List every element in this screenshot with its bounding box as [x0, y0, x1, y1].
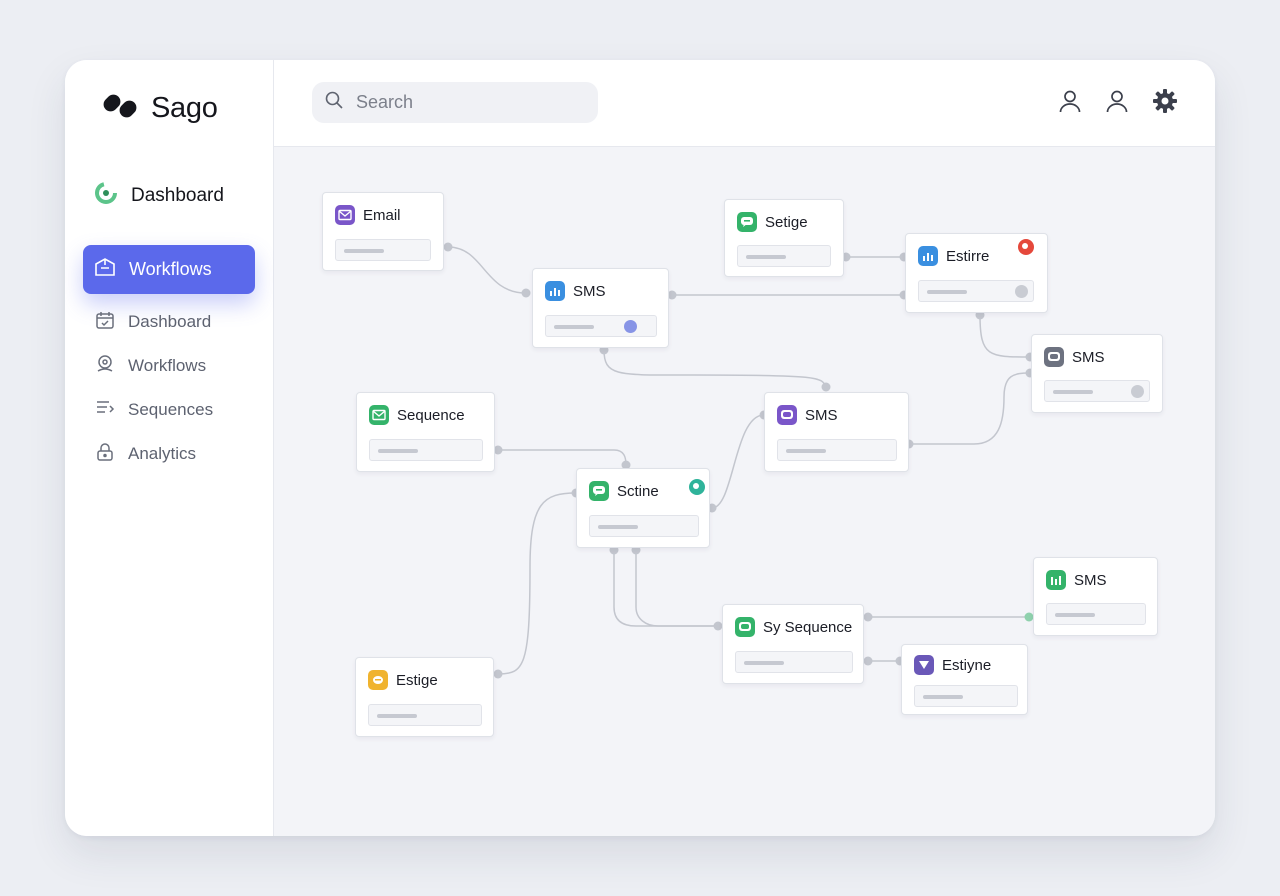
field-placeholder	[554, 325, 594, 329]
user-icon[interactable]	[1055, 86, 1085, 116]
node-title: Estiyne	[942, 656, 992, 674]
node-title: Setige	[765, 213, 808, 231]
mail-icon	[369, 405, 389, 425]
field-placeholder	[923, 695, 963, 699]
search-icon	[324, 90, 344, 115]
bar-chart-icon	[1046, 570, 1066, 590]
node-field[interactable]	[737, 245, 831, 267]
field-placeholder	[378, 449, 418, 453]
status-badge	[689, 479, 705, 495]
node-title: SMS	[1072, 348, 1105, 366]
workflow-node-sms[interactable]: SMS	[764, 392, 909, 472]
node-title: Email	[363, 206, 401, 224]
node-field[interactable]	[368, 704, 482, 726]
node-field[interactable]	[335, 239, 431, 261]
bar-chart-icon	[918, 246, 938, 266]
bar-chart-icon	[545, 281, 565, 301]
search-box[interactable]	[312, 82, 598, 123]
status-badge	[1018, 239, 1034, 255]
chat-bubble-icon	[777, 405, 797, 425]
node-field[interactable]	[589, 515, 699, 537]
status-dot	[1015, 285, 1028, 298]
workflow-node-sy-sequence[interactable]: Sy Sequence	[722, 604, 864, 684]
sidebar-item-sequences[interactable]: Sequences	[94, 396, 213, 424]
field-placeholder	[746, 255, 786, 259]
node-title: Estirre	[946, 247, 990, 265]
field-placeholder	[598, 525, 638, 529]
node-title: Sy Sequence	[763, 618, 853, 636]
node-field[interactable]	[914, 685, 1018, 707]
chat-bubble-icon	[1044, 347, 1064, 367]
node-field[interactable]	[918, 280, 1034, 302]
node-field[interactable]	[1044, 380, 1150, 402]
node-field[interactable]	[1046, 603, 1146, 625]
field-placeholder	[786, 449, 826, 453]
calendar-icon	[94, 309, 116, 336]
brand-name: Sago	[151, 91, 218, 124]
chat-bubble-icon	[735, 617, 755, 637]
workflow-node-setige[interactable]: Setige	[724, 199, 844, 277]
chat-bubble-icon	[737, 212, 757, 232]
node-title: SMS	[573, 282, 606, 300]
status-dot	[624, 320, 637, 333]
node-field[interactable]	[369, 439, 483, 461]
field-placeholder	[1053, 390, 1093, 394]
node-title: Sctine	[617, 482, 659, 500]
workflow-node-estirre[interactable]: Estirre	[905, 233, 1048, 313]
lock-icon	[94, 441, 116, 468]
sidebar-item-label: Workflows	[128, 356, 207, 375]
node-title: Estige	[396, 671, 438, 689]
sidebar: Sago Dashboard Workflows Dashboard Workf…	[65, 60, 274, 836]
node-field[interactable]	[545, 315, 657, 337]
field-placeholder	[344, 249, 384, 253]
node-title: SMS	[1074, 571, 1107, 589]
sidebar-item-dashboard-main[interactable]: Dashboard	[93, 180, 224, 212]
sidebar-item-workflows-active[interactable]: Workflows	[83, 245, 255, 294]
workflow-box-icon	[93, 255, 117, 284]
dashboard-ring-icon	[93, 180, 119, 212]
sidebar-item-label: Dashboard	[131, 185, 224, 206]
field-placeholder	[927, 290, 967, 294]
field-placeholder	[1055, 613, 1095, 617]
workflow-node-sctine[interactable]: Sctine	[576, 468, 710, 548]
gear-icon[interactable]	[1150, 86, 1180, 116]
sidebar-item-label: Analytics	[128, 444, 197, 463]
workflow-node-estiyne[interactable]: Estiyne	[901, 644, 1028, 715]
main-area: Email SMS Se	[274, 60, 1215, 836]
workflow-node-email[interactable]: Email	[322, 192, 444, 271]
sidebar-item-workflows[interactable]: Workflows	[94, 352, 206, 380]
topbar	[274, 60, 1215, 147]
mail-icon	[335, 205, 355, 225]
node-title: SMS	[805, 406, 838, 424]
list-lines-icon	[94, 397, 116, 424]
sidebar-item-label: Workflows	[129, 259, 212, 279]
sidebar-item-analytics[interactable]: Analytics	[94, 440, 196, 468]
location-pin-icon	[94, 353, 116, 380]
status-dot	[1131, 385, 1144, 398]
node-field[interactable]	[777, 439, 897, 461]
field-placeholder	[744, 661, 784, 665]
node-title: Sequence	[397, 406, 465, 424]
field-placeholder	[377, 714, 417, 718]
workflow-node-sequence[interactable]: Sequence	[356, 392, 495, 472]
workflow-node-sms[interactable]: SMS	[1033, 557, 1158, 636]
workflow-node-sms[interactable]: SMS	[1031, 334, 1163, 413]
node-field[interactable]	[735, 651, 853, 673]
triangle-down-icon	[914, 655, 934, 675]
user-icon[interactable]	[1102, 86, 1132, 116]
brand[interactable]: Sago	[101, 88, 218, 128]
sidebar-item-label: Sequences	[128, 400, 214, 419]
coin-icon	[368, 670, 388, 690]
workflow-canvas[interactable]: Email SMS Setige Estirre SMS Sequence SM…	[274, 147, 1215, 836]
search-input[interactable]	[354, 91, 578, 114]
logo-icon	[101, 86, 141, 131]
sidebar-item-dashboard[interactable]: Dashboard	[94, 308, 211, 336]
sidebar-item-label: Dashboard	[128, 312, 212, 331]
chat-bubble-icon	[589, 481, 609, 501]
workflow-node-sms[interactable]: SMS	[532, 268, 669, 348]
workflow-node-estige[interactable]: Estige	[355, 657, 494, 737]
app-window: Sago Dashboard Workflows Dashboard Workf…	[65, 60, 1215, 836]
